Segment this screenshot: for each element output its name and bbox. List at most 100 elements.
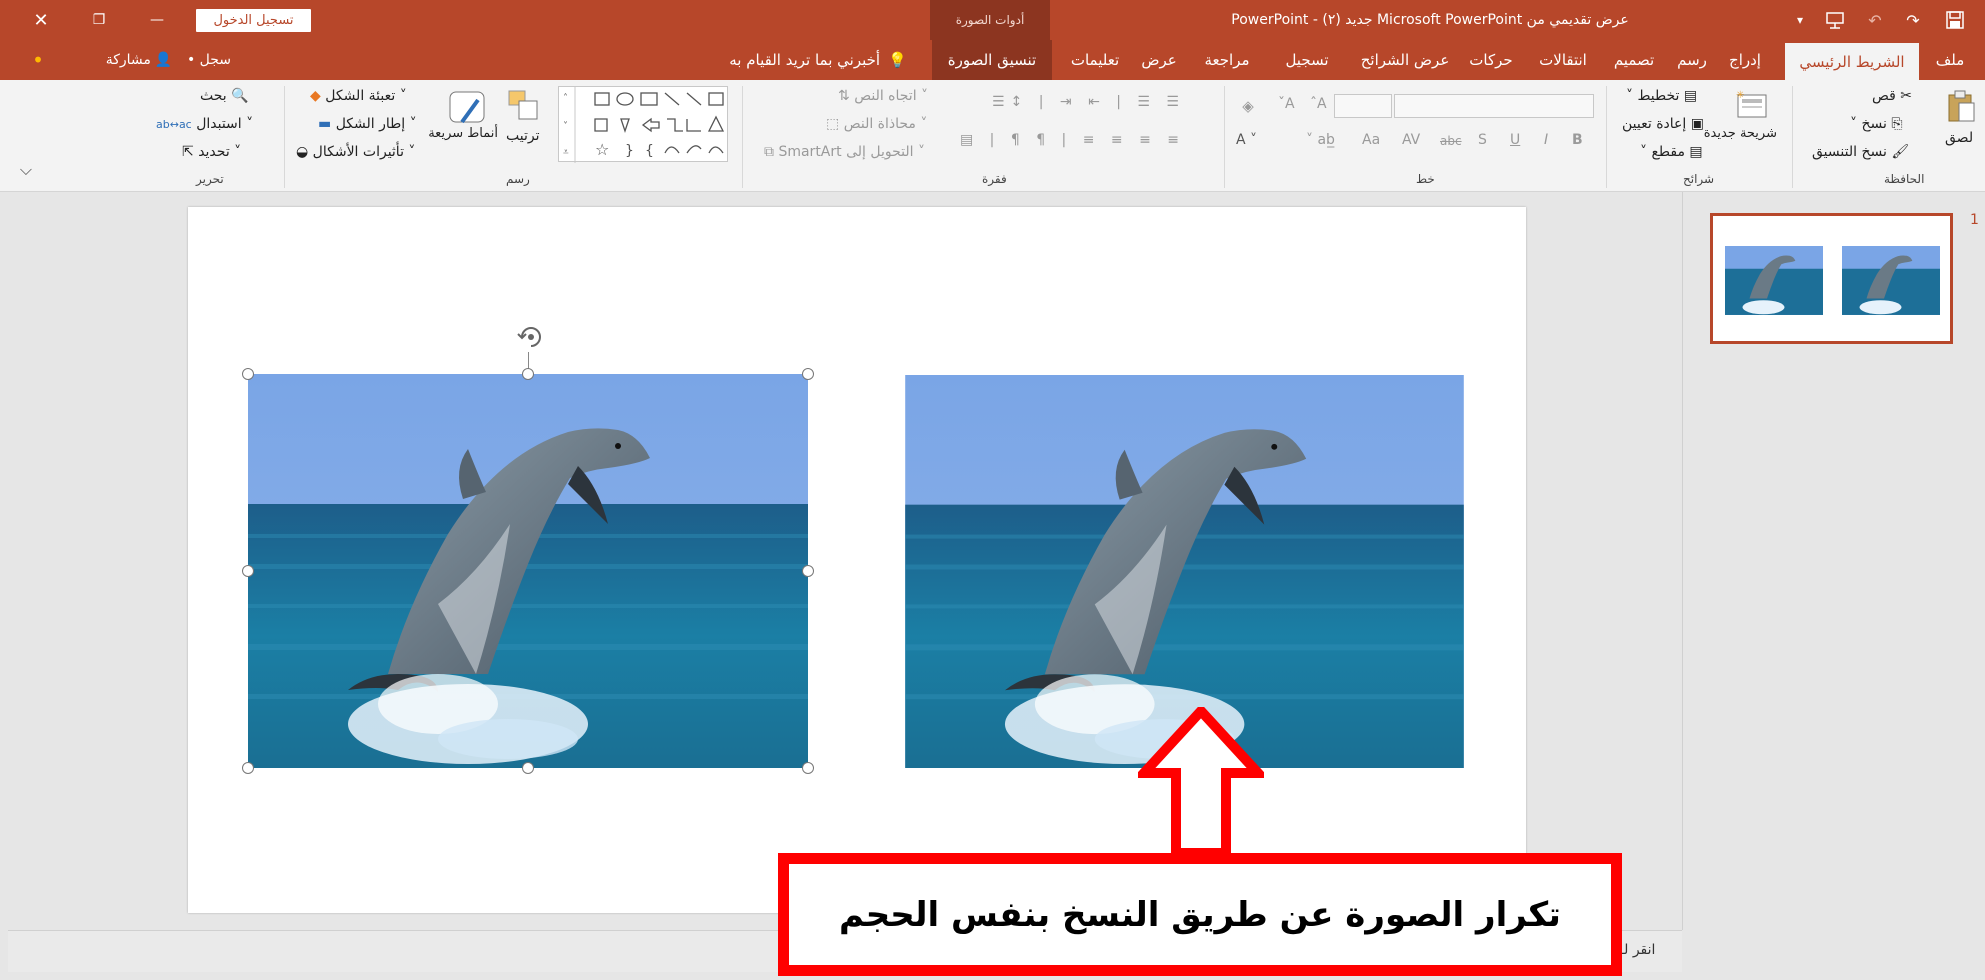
- layout-button[interactable]: ▤ تخطيط ˅: [1626, 88, 1697, 104]
- underline-button[interactable]: U: [1510, 132, 1520, 148]
- replace-button[interactable]: ˅ استبدال ab↔ac: [156, 116, 253, 132]
- arrange-icon[interactable]: [504, 86, 544, 126]
- shadow-button[interactable]: S: [1478, 132, 1487, 148]
- tell-me-label: أخبرني بما تريد القيام به: [729, 51, 881, 69]
- section-label: مقطع: [1651, 144, 1685, 160]
- document-title: عرض تقديمي من Microsoft PowerPoint جديد …: [1231, 12, 1629, 28]
- shape-outline-button[interactable]: ˅ إطار الشكل ▬: [318, 116, 417, 132]
- convert-smartart-button[interactable]: ˅ التحويل إلى SmartArt ⧉: [764, 144, 925, 160]
- svg-text:{: {: [645, 143, 654, 159]
- annotation-callout: تكرار الصورة عن طريق النسخ بنفس الحجم: [778, 853, 1622, 976]
- resize-handle-bottom-left[interactable]: [242, 762, 254, 774]
- tab-animations[interactable]: حركات: [1460, 40, 1522, 80]
- callout-text: تكرار الصورة عن طريق النسخ بنفس الحجم: [839, 894, 1561, 935]
- ribbon-tabs: ملف الشريط الرئيسي إدراج رسم تصميم انتقا…: [0, 40, 1985, 80]
- clipboard-group-label: الحافظة: [1884, 172, 1925, 186]
- resize-handle-right[interactable]: [802, 565, 814, 577]
- paragraph-row2[interactable]: ≡ ≡ ≡ ≡ | ¶ ¶ | ▤: [960, 132, 1185, 148]
- text-direction-label: اتجاه النص: [854, 88, 917, 104]
- new-slide-button[interactable]: شريحة جديدة: [1704, 126, 1777, 141]
- align-text-button[interactable]: ˅ محاذاة النص ⬚: [826, 116, 927, 132]
- strikethrough-button[interactable]: abc: [1440, 134, 1462, 148]
- thumb-picture-left: [1725, 246, 1823, 315]
- font-size-box[interactable]: [1334, 94, 1392, 118]
- quick-styles-button[interactable]: أنماط سريعة: [428, 126, 498, 141]
- shape-effects-button[interactable]: ˅ تأثيرات الأشكال ◒: [296, 144, 415, 160]
- resize-handle-top-left[interactable]: [242, 368, 254, 380]
- tab-record[interactable]: تسجيل: [1267, 40, 1347, 80]
- share-label: مشاركة: [105, 52, 151, 68]
- cut-label: قص: [1872, 88, 1896, 104]
- resize-handle-bottom-right[interactable]: [802, 762, 814, 774]
- rotate-handle-icon[interactable]: [514, 320, 548, 354]
- group-separator: [742, 86, 743, 188]
- find-button[interactable]: 🔍 بحث: [200, 88, 249, 104]
- close-icon[interactable]: ✕: [18, 0, 64, 40]
- redo-icon[interactable]: ↷: [1898, 0, 1928, 40]
- change-case-button[interactable]: Aa: [1362, 132, 1380, 148]
- shape-effects-label: تأثيرات الأشكال: [312, 144, 404, 160]
- customize-qat-icon[interactable]: ▾: [1788, 0, 1812, 40]
- tab-file[interactable]: ملف: [1925, 40, 1975, 80]
- reset-button[interactable]: ▣ إعادة تعيين: [1622, 116, 1704, 132]
- format-painter-button[interactable]: 🖌 نسخ التنسيق: [1812, 144, 1909, 160]
- resize-handle-left[interactable]: [242, 565, 254, 577]
- tab-slideshow[interactable]: عرض الشرائح: [1355, 40, 1455, 80]
- restore-icon[interactable]: ❐: [76, 0, 122, 40]
- italic-button[interactable]: I: [1544, 132, 1548, 148]
- bold-button[interactable]: B: [1572, 132, 1583, 148]
- highlight-color-button[interactable]: ab̲ ˅: [1306, 132, 1335, 148]
- tab-review[interactable]: مراجعة: [1193, 40, 1261, 80]
- tab-help[interactable]: تعليمات: [1064, 40, 1126, 80]
- minimize-icon[interactable]: —: [134, 0, 180, 40]
- share-button[interactable]: 👤 مشاركة: [94, 40, 184, 80]
- resize-handle-top-right[interactable]: [802, 368, 814, 380]
- sign-in-button[interactable]: تسجيل الدخول: [196, 9, 311, 32]
- presenter-icon[interactable]: [1820, 0, 1850, 40]
- section-button[interactable]: ▤ مقطع ˅: [1640, 144, 1703, 160]
- grow-font-button[interactable]: Aˆ: [1310, 96, 1327, 112]
- layout-label: تخطيط: [1637, 88, 1680, 104]
- new-slide-icon[interactable]: ✳: [1732, 86, 1772, 122]
- paragraph-row1[interactable]: ☰ ☰ | ⇤ ⇥ | ↕☰: [992, 94, 1185, 110]
- slide-thumbnail-1[interactable]: [1710, 213, 1953, 344]
- shape-fill-label: تعبئة الشكل: [325, 88, 396, 104]
- tab-design[interactable]: تصميم: [1604, 40, 1664, 80]
- notes-placeholder: انقر لـ: [1620, 942, 1656, 958]
- svg-text:}: }: [625, 143, 634, 159]
- tab-picture-format[interactable]: تنسيق الصورة: [932, 40, 1052, 80]
- arrange-button[interactable]: ترتيب: [506, 128, 540, 144]
- tab-home[interactable]: الشريط الرئيسي: [1785, 43, 1919, 80]
- save-icon[interactable]: [1940, 0, 1970, 40]
- tab-view[interactable]: عرض: [1132, 40, 1186, 80]
- shape-fill-button[interactable]: ˅ تعبئة الشكل ◆: [310, 88, 407, 104]
- char-spacing-button[interactable]: AV: [1402, 132, 1420, 148]
- tab-draw[interactable]: رسم: [1670, 40, 1714, 80]
- cut-button[interactable]: ✂ قص: [1872, 88, 1912, 104]
- notification-dot-icon: •: [32, 48, 44, 72]
- shapes-gallery[interactable]: { } ☆ ˄ ˅ ⩡: [558, 86, 728, 163]
- tab-transitions[interactable]: انتقالات: [1528, 40, 1598, 80]
- format-painter-label: نسخ التنسيق: [1812, 144, 1887, 160]
- paste-button[interactable]: لصق: [1945, 130, 1973, 146]
- tab-insert[interactable]: إدراج: [1714, 40, 1776, 80]
- dolphin-picture-selected[interactable]: [248, 374, 808, 768]
- font-name-box[interactable]: [1394, 94, 1594, 118]
- select-button[interactable]: ˅ تحديد ⇱: [182, 144, 241, 160]
- group-separator: [1606, 86, 1607, 188]
- clear-format-icon[interactable]: ◈: [1236, 94, 1260, 118]
- collapse-ribbon-icon[interactable]: ⌵: [14, 160, 38, 180]
- resize-handle-top[interactable]: [522, 368, 534, 380]
- paste-icon[interactable]: [1942, 86, 1980, 126]
- select-label: تحديد: [198, 144, 230, 160]
- record-button[interactable]: • سجل: [182, 40, 236, 80]
- tell-me-box[interactable]: 💡 أخبرني بما تريد القيام به: [718, 40, 918, 80]
- undo-icon[interactable]: ↶: [1860, 0, 1890, 40]
- text-direction-button[interactable]: ˅ اتجاه النص ⇅: [838, 88, 928, 104]
- shrink-font-button[interactable]: Aˇ: [1278, 96, 1295, 112]
- resize-handle-bottom[interactable]: [522, 762, 534, 774]
- font-color-button[interactable]: ˅ A: [1236, 132, 1257, 148]
- copy-button[interactable]: ⎘ نسخ ˅: [1850, 116, 1903, 132]
- svg-text:˅: ˅: [563, 120, 568, 132]
- quick-styles-icon[interactable]: [446, 86, 490, 130]
